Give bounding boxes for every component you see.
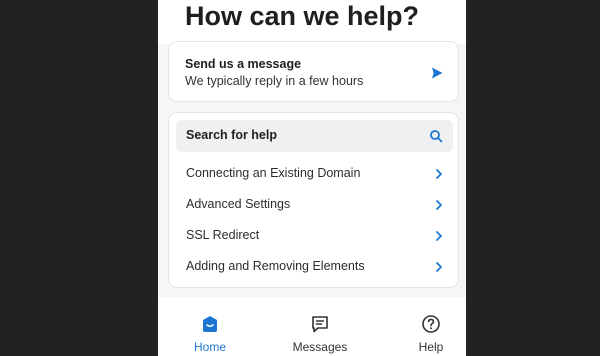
- bottom-navigation: Home Messages Help: [158, 297, 466, 356]
- reply-time-text: We typically reply in a few hours: [185, 74, 364, 88]
- help-article-label: SSL Redirect: [186, 228, 260, 242]
- help-article-label: Adding and Removing Elements: [186, 259, 365, 273]
- chevron-right-icon: [436, 262, 442, 272]
- send-message-card[interactable]: Send us a message We typically reply in …: [168, 41, 459, 102]
- chevron-right-icon: [436, 231, 442, 241]
- search-label: Search for help: [186, 128, 277, 142]
- chevron-right-icon: [436, 200, 442, 210]
- tab-home[interactable]: Home: [170, 297, 250, 356]
- page-title: How can we help?: [185, 1, 420, 31]
- tab-help-label: Help: [418, 340, 444, 354]
- help-article-item[interactable]: Connecting an Existing Domain: [169, 159, 458, 189]
- help-article-label: Advanced Settings: [186, 197, 291, 211]
- help-article-item[interactable]: Advanced Settings: [169, 190, 458, 220]
- help-widget-panel: How can we help? Send us a message We ty…: [158, 0, 466, 356]
- tab-home-label: Home: [193, 340, 226, 354]
- help-articles-card: Search for help Connecting an Existing D…: [168, 112, 459, 288]
- help-icon: [422, 315, 440, 333]
- help-article-item[interactable]: SSL Redirect: [169, 221, 458, 251]
- home-icon: [203, 316, 217, 332]
- send-icon: [432, 67, 443, 79]
- search-for-help-input[interactable]: Search for help: [176, 120, 453, 152]
- help-article-item[interactable]: Adding and Removing Elements: [169, 252, 458, 282]
- messages-icon: [312, 316, 328, 333]
- send-message-title: Send us a message: [185, 57, 302, 71]
- chevron-right-icon: [436, 169, 442, 179]
- help-article-label: Connecting an Existing Domain: [186, 166, 361, 180]
- tab-messages-label: Messages: [292, 340, 348, 354]
- search-icon: [430, 130, 443, 143]
- tab-help[interactable]: Help: [391, 297, 466, 356]
- tab-messages[interactable]: Messages: [280, 297, 360, 356]
